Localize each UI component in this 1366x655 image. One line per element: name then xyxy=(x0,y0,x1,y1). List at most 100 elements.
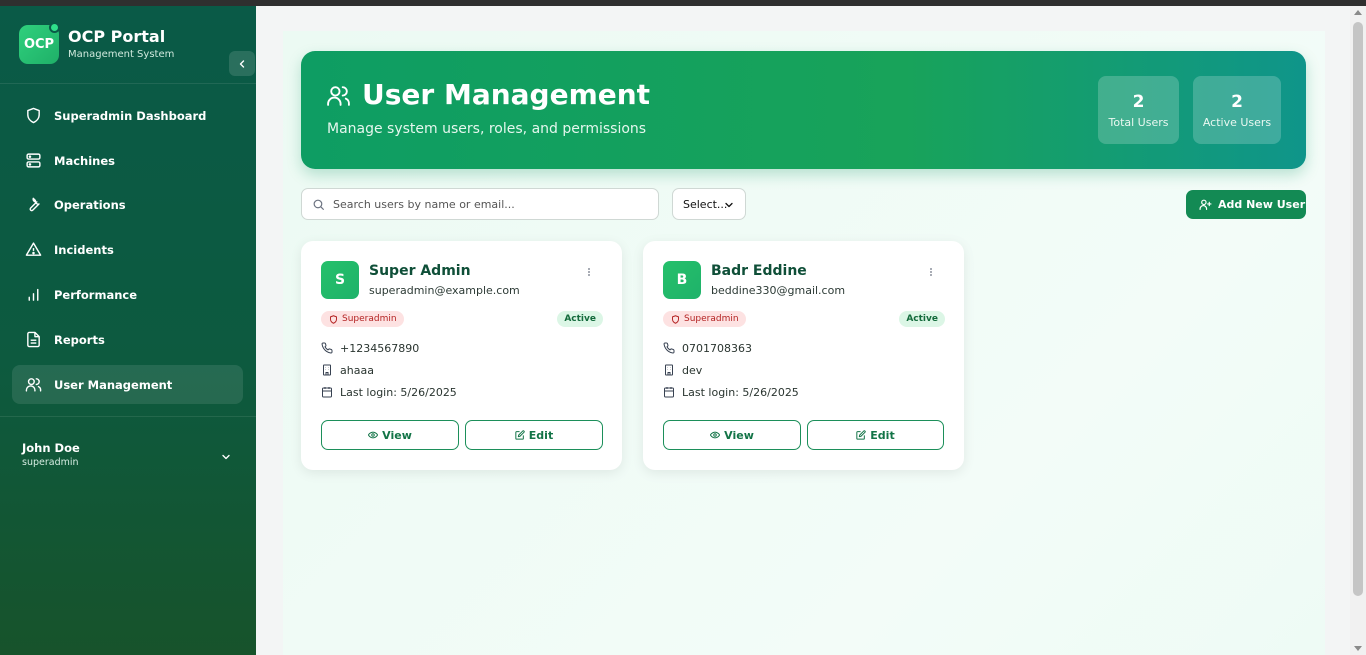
sidebar-item-incidents[interactable]: Incidents xyxy=(12,230,243,269)
stat-label: Active Users xyxy=(1202,116,1272,129)
logo-status-dot xyxy=(49,22,60,33)
chevron-down-icon xyxy=(725,202,733,208)
view-button-label: View xyxy=(382,428,412,442)
sidebar-item-label: Machines xyxy=(54,153,115,168)
eye-icon xyxy=(368,431,379,439)
server-icon xyxy=(26,153,41,168)
sidebar-item-superadmin-dashboard[interactable]: Superadmin Dashboard xyxy=(12,96,243,135)
edit-icon xyxy=(856,430,866,440)
users-icon xyxy=(25,378,42,392)
content-panel: User Management Manage system users, rol… xyxy=(283,31,1325,655)
user-phone: +1234567890 xyxy=(321,340,419,356)
brand: OCP OCP Portal Management System xyxy=(19,22,255,76)
scroll-down-arrow[interactable] xyxy=(1354,646,1362,651)
avatar-initial: B xyxy=(676,272,688,288)
role-badge-label: Superadmin xyxy=(684,314,739,324)
user-department: ahaaa xyxy=(321,362,374,378)
page-scrollbar[interactable] xyxy=(1350,6,1366,655)
page-title: User Management xyxy=(362,78,651,111)
sidebar-item-label: Superadmin Dashboard xyxy=(54,108,207,123)
chevron-down-icon xyxy=(222,454,230,460)
user-card-name: Super Admin xyxy=(369,263,471,279)
calendar-icon xyxy=(322,387,332,398)
file-text-icon xyxy=(27,331,40,348)
avatar: S xyxy=(321,261,359,299)
select-value: Select... xyxy=(683,197,728,211)
user-role: superadmin xyxy=(22,457,79,468)
sidebar-item-machines[interactable]: Machines xyxy=(12,141,243,180)
page-subtitle: Manage system users, roles, and permissi… xyxy=(327,121,647,137)
stat-active-users: 2 Active Users xyxy=(1193,76,1281,144)
scrollbar-thumb[interactable] xyxy=(1353,22,1363,596)
search-box xyxy=(301,188,659,220)
building-icon xyxy=(665,364,673,376)
view-button-label: View xyxy=(724,428,754,442)
shield-icon xyxy=(330,314,337,324)
status-badge: Active xyxy=(557,311,603,327)
role-badge: Superadmin xyxy=(663,311,746,327)
phone-icon xyxy=(321,342,333,354)
sidebar-item-user-management[interactable]: User Management xyxy=(12,365,243,404)
sidebar-item-label: Performance xyxy=(54,287,138,302)
avatar-initial: S xyxy=(334,272,346,288)
sidebar-divider xyxy=(0,416,256,417)
user-last-login-text: Last login: 5/26/2025 xyxy=(682,385,799,399)
stat-total-users: 2 Total Users xyxy=(1098,76,1179,144)
alert-triangle-icon xyxy=(25,242,42,256)
edit-user-button[interactable]: Edit xyxy=(465,420,603,450)
user-last-login-text: Last login: 5/26/2025 xyxy=(340,385,457,399)
edit-user-button[interactable]: Edit xyxy=(807,420,944,450)
sidebar-item-reports[interactable]: Reports xyxy=(12,320,243,359)
user-card-name: Badr Eddine xyxy=(711,263,807,279)
collapse-sidebar-button[interactable] xyxy=(229,51,255,76)
building-icon xyxy=(323,364,331,376)
page-header-banner: User Management Manage system users, rol… xyxy=(301,51,1306,169)
shield-icon xyxy=(27,107,40,124)
user-last-login: Last login: 5/26/2025 xyxy=(663,384,799,400)
sidebar-item-label: Incidents xyxy=(54,242,114,257)
sidebar-item-label: User Management xyxy=(54,377,173,392)
wrench-icon xyxy=(29,197,40,212)
brand-title: OCP Portal xyxy=(68,27,166,46)
avatar: B xyxy=(663,261,701,299)
add-new-user-button[interactable]: Add New User xyxy=(1186,190,1306,219)
view-user-button[interactable]: View xyxy=(321,420,459,450)
scroll-up-arrow[interactable] xyxy=(1354,10,1362,15)
edit-button-label: Edit xyxy=(870,428,895,442)
sidebar-item-operations[interactable]: Operations xyxy=(12,185,243,224)
eye-icon xyxy=(710,431,721,439)
sidebar-item-performance[interactable]: Performance xyxy=(12,275,243,314)
stat-value: 2 xyxy=(1132,92,1145,112)
more-vertical-icon[interactable] xyxy=(926,265,936,279)
user-last-login: Last login: 5/26/2025 xyxy=(321,384,457,400)
sidebar: OCP OCP Portal Management System Superad… xyxy=(0,6,256,655)
role-filter-select[interactable]: Select... xyxy=(672,188,746,220)
search-icon xyxy=(313,199,324,210)
user-department-text: ahaaa xyxy=(340,363,374,377)
edit-button-label: Edit xyxy=(528,428,554,442)
edit-icon xyxy=(515,430,525,440)
add-new-user-label: Add New User xyxy=(1218,198,1306,211)
logo-text: OCP xyxy=(23,37,55,52)
users-icon xyxy=(327,86,350,106)
sidebar-item-label: Operations xyxy=(54,197,126,212)
brand-subtitle: Management System xyxy=(68,49,175,60)
main-area: User Management Manage system users, rol… xyxy=(256,6,1350,655)
sidebar-divider xyxy=(0,83,256,84)
user-card: S Super Admin superadmin@example.com Sup… xyxy=(301,241,622,470)
search-input[interactable] xyxy=(333,195,648,214)
view-user-button[interactable]: View xyxy=(663,420,801,450)
phone-icon xyxy=(663,342,675,354)
bar-chart-icon xyxy=(28,288,39,301)
stat-value: 2 xyxy=(1231,92,1243,112)
user-card: B Badr Eddine beddine330@gmail.com Super… xyxy=(643,241,964,470)
calendar-icon xyxy=(664,387,674,398)
user-department-text: dev xyxy=(682,363,703,377)
more-vertical-icon[interactable] xyxy=(584,265,594,279)
user-name: John Doe xyxy=(22,441,80,455)
user-department: dev xyxy=(663,362,702,378)
user-phone-text: +1234567890 xyxy=(340,341,420,355)
user-phone: 0701708363 xyxy=(663,340,752,356)
user-menu[interactable]: John Doe superadmin xyxy=(22,441,236,471)
sidebar-item-label: Reports xyxy=(54,332,105,347)
